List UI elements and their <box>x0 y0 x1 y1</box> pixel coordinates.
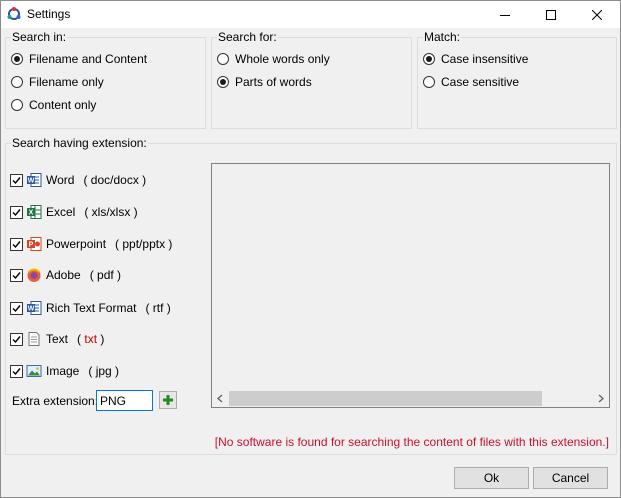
scroll-left-icon[interactable] <box>215 393 226 404</box>
scroll-right-icon[interactable] <box>595 393 606 404</box>
radio-button[interactable] <box>11 53 23 65</box>
extension-name: Powerpoint <box>46 237 107 251</box>
match-group: Match: Case insensitive Case sensitive <box>417 29 617 129</box>
horizontal-scrollbar[interactable] <box>212 390 609 407</box>
checkbox-excel[interactable]: X Excel ( xls/xlsx ) <box>10 204 138 220</box>
radio-button[interactable] <box>423 53 435 65</box>
search-in-label: Search in: <box>11 29 68 45</box>
search-for-label: Search for: <box>217 29 278 45</box>
settings-window: Settings Search in: Filename and Content… <box>0 0 621 498</box>
extension-type: ( xls/xlsx ) <box>84 205 138 219</box>
extension-name: Adobe <box>46 268 81 282</box>
radio-label: Parts of words <box>235 75 312 89</box>
svg-text:P: P <box>29 242 34 249</box>
rtf-icon: W <box>27 301 42 315</box>
ok-button[interactable]: Ok <box>454 467 529 489</box>
extension-name: Word <box>46 173 75 187</box>
minimize-icon <box>500 14 510 16</box>
checkbox-image[interactable]: Image ( jpg ) <box>10 363 119 379</box>
radio-button[interactable] <box>217 76 229 88</box>
svg-text:W: W <box>28 306 35 313</box>
radio-filename-and-content[interactable]: Filename and Content <box>11 52 147 66</box>
radio-label: Whole words only <box>235 52 330 66</box>
radio-whole-words-only[interactable]: Whole words only <box>217 52 330 66</box>
extension-list-box[interactable] <box>211 163 610 408</box>
plus-icon <box>163 395 173 405</box>
checkbox[interactable] <box>10 237 23 251</box>
extension-name: Excel <box>46 205 76 219</box>
radio-button[interactable] <box>11 76 23 88</box>
ext-close-paren: ) <box>100 332 105 346</box>
checkbox-powerpoint[interactable]: P Powerpoint ( ppt/pptx ) <box>10 236 172 252</box>
svg-text:W: W <box>28 178 35 185</box>
extension-type: ( rtf ) <box>145 301 171 315</box>
extension-type: ( txt ) <box>77 332 104 346</box>
radio-case-sensitive[interactable]: Case sensitive <box>423 75 519 89</box>
text-file-icon <box>28 332 40 346</box>
image-icon <box>26 365 42 377</box>
radio-case-insensitive[interactable]: Case insensitive <box>423 52 528 66</box>
radio-button[interactable] <box>11 99 23 111</box>
extension-name: Rich Text Format <box>46 301 137 315</box>
close-icon <box>592 9 602 20</box>
window-title: Settings <box>27 7 71 21</box>
warning-message: [No software is found for searching the … <box>214 435 609 449</box>
maximize-icon <box>546 9 556 20</box>
adobe-icon <box>27 268 41 282</box>
extra-extension-input[interactable] <box>96 390 153 411</box>
ext-txt: txt <box>84 332 98 346</box>
radio-parts-of-words[interactable]: Parts of words <box>217 75 312 89</box>
checkbox[interactable] <box>10 173 23 187</box>
checkbox-adobe[interactable]: Adobe ( pdf ) <box>10 267 121 283</box>
checkbox-text[interactable]: Text ( txt ) <box>10 331 104 347</box>
radio-filename-only[interactable]: Filename only <box>11 75 104 89</box>
extension-type: ( jpg ) <box>88 364 120 378</box>
maximize-button[interactable] <box>528 1 574 28</box>
ext-open-paren: ( <box>77 332 82 346</box>
checkbox-word[interactable]: W Word ( doc/docx ) <box>10 172 146 188</box>
extension-type: ( doc/docx ) <box>83 173 147 187</box>
scrollbar-thumb[interactable] <box>229 391 542 406</box>
svg-text:X: X <box>29 210 34 217</box>
close-button[interactable] <box>574 1 620 28</box>
powerpoint-icon: P <box>27 237 42 251</box>
checkbox[interactable] <box>10 268 23 282</box>
search-in-group: Search in: Filename and Content Filename… <box>5 29 206 129</box>
checkbox[interactable] <box>10 364 23 378</box>
title-bar: Settings <box>1 1 620 28</box>
excel-icon: X <box>27 205 42 219</box>
radio-label: Filename only <box>29 75 104 89</box>
checkbox[interactable] <box>10 332 23 346</box>
extension-name: Image <box>46 364 80 378</box>
minimize-button[interactable] <box>482 1 528 28</box>
extension-name: Text <box>46 332 69 346</box>
search-for-group: Search for: Whole words only Parts of wo… <box>211 29 412 129</box>
extension-type: ( ppt/pptx ) <box>115 237 173 251</box>
extension-type: ( pdf ) <box>89 268 122 282</box>
extra-extension-label: Extra extension: <box>12 394 99 408</box>
radio-label: Case insensitive <box>441 52 529 66</box>
radio-label: Filename and Content <box>29 52 148 66</box>
radio-button[interactable] <box>423 76 435 88</box>
add-extension-button[interactable] <box>159 391 177 409</box>
match-label: Match: <box>423 29 462 45</box>
radio-button[interactable] <box>217 53 229 65</box>
radio-label: Content only <box>29 98 97 112</box>
checkbox[interactable] <box>10 301 23 315</box>
checkbox-rich-text-format[interactable]: W Rich Text Format ( rtf ) <box>10 300 171 316</box>
extension-group-label: Search having extension: <box>11 135 148 151</box>
word-icon: W <box>27 173 42 187</box>
checkbox[interactable] <box>10 205 23 219</box>
cancel-button[interactable]: Cancel <box>533 467 608 489</box>
radio-label: Case sensitive <box>441 75 520 89</box>
app-icon <box>7 7 21 20</box>
radio-content-only[interactable]: Content only <box>11 98 96 112</box>
